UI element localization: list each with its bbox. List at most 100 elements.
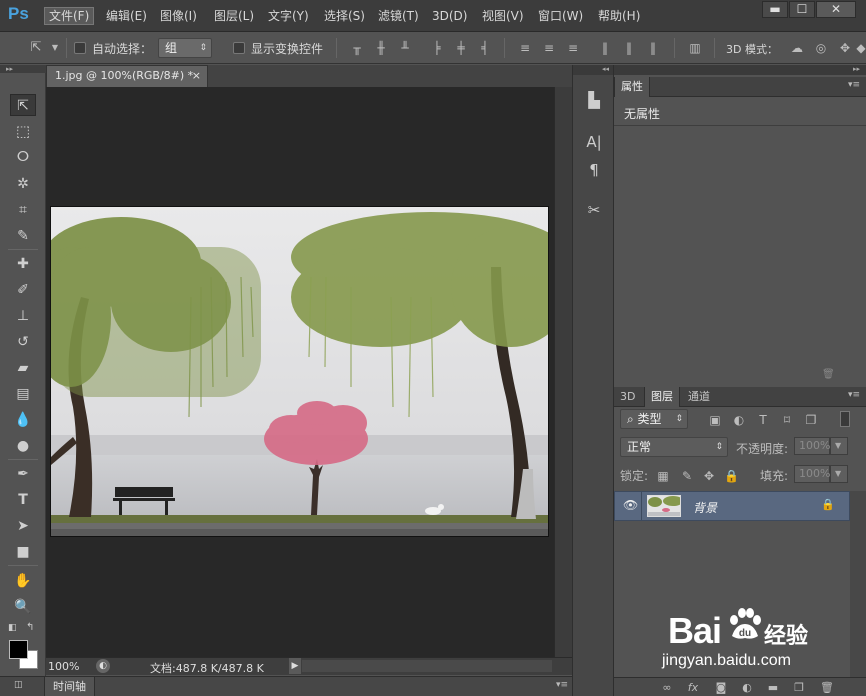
path-selection-tool-icon[interactable]: ➤: [10, 515, 36, 537]
menu-window[interactable]: 窗口(W): [534, 7, 587, 25]
layer-row-background[interactable]: 👁 背景 🔒: [614, 491, 850, 521]
fx-icon[interactable]: fx: [686, 681, 700, 695]
crop-tool-icon[interactable]: ⌗: [10, 199, 36, 221]
fill-field[interactable]: 100%: [794, 465, 830, 483]
lasso-tool-icon[interactable]: ⵔ: [10, 146, 36, 168]
horizontal-scrollbar[interactable]: [302, 660, 552, 672]
healing-brush-tool-icon[interactable]: ✚: [10, 253, 36, 275]
3d-roll-icon[interactable]: ◎: [814, 41, 828, 55]
status-menu-icon[interactable]: ◐: [96, 659, 110, 673]
menu-image[interactable]: 图像(I): [156, 7, 201, 25]
marquee-tool-icon[interactable]: ⬚: [10, 120, 36, 142]
distribute-bottom-icon[interactable]: ≡: [566, 41, 580, 55]
panel-menu-icon[interactable]: ▾≡: [848, 390, 860, 400]
brush-tool-icon[interactable]: ✐: [10, 279, 36, 301]
magic-wand-tool-icon[interactable]: ✲: [10, 173, 36, 195]
close-tab-icon[interactable]: ×: [192, 66, 201, 86]
timeline-icon[interactable]: ◫: [14, 680, 23, 690]
align-bottom-icon[interactable]: ╨: [398, 41, 412, 55]
menu-filter[interactable]: 滤镜(T): [374, 7, 423, 25]
move-tool-icon[interactable]: ⇱: [10, 94, 36, 116]
clone-stamp-tool-icon[interactable]: ⊥: [10, 305, 36, 327]
foreground-color-swatch[interactable]: [9, 640, 28, 659]
panel-menu-icon[interactable]: ▾≡: [848, 80, 860, 90]
menu-layer[interactable]: 图层(L): [210, 7, 258, 25]
minimize-button[interactable]: ▬: [762, 1, 788, 18]
menu-help[interactable]: 帮助(H): [594, 7, 644, 25]
align-hcenter-icon[interactable]: ╪: [454, 41, 468, 55]
filter-shape-icon[interactable]: ⌑: [780, 413, 794, 427]
lock-transparent-icon[interactable]: ▦: [656, 469, 670, 483]
eye-icon[interactable]: 👁: [623, 498, 638, 512]
3d-orbit-icon[interactable]: ☁: [790, 41, 804, 55]
gradient-tool-icon[interactable]: ▤: [10, 383, 36, 405]
trash-icon[interactable]: 🗑: [822, 369, 835, 380]
character-panel-icon[interactable]: A|: [582, 131, 606, 153]
auto-select-checkbox[interactable]: [74, 42, 86, 54]
document-tab[interactable]: 1.jpg @ 100%(RGB/8#) * ×: [46, 65, 208, 87]
default-colors-icon[interactable]: ◧: [8, 623, 17, 633]
close-button[interactable]: ✕: [816, 1, 856, 18]
rectangle-tool-icon[interactable]: ■: [10, 541, 36, 563]
lock-image-icon[interactable]: ✎: [680, 469, 694, 483]
zoom-level[interactable]: 100%: [48, 660, 79, 673]
collapse-handle[interactable]: ▸▸: [614, 65, 866, 75]
link-layers-icon[interactable]: ∞: [660, 681, 674, 695]
distribute-vcenter-icon[interactable]: ≡: [542, 41, 556, 55]
lock-position-icon[interactable]: ✥: [702, 469, 716, 483]
collapse-handle[interactable]: ◂◂: [573, 65, 613, 75]
lock-all-icon[interactable]: 🔒: [724, 469, 739, 483]
adjustment-layer-icon[interactable]: ◐: [740, 681, 754, 695]
menu-type[interactable]: 文字(Y): [264, 7, 313, 25]
distribute-left-icon[interactable]: ‖: [598, 41, 612, 55]
filter-toggle[interactable]: [840, 411, 850, 427]
eyedropper-tool-icon[interactable]: ✎: [10, 225, 36, 247]
panel-menu-icon[interactable]: ▾≡: [556, 680, 568, 690]
delete-layer-icon[interactable]: 🗑: [820, 681, 834, 695]
document-image[interactable]: [50, 206, 549, 537]
tab-layers[interactable]: 图层: [644, 387, 680, 407]
vertical-scrollbar[interactable]: [554, 87, 572, 657]
new-group-icon[interactable]: ▬: [766, 681, 780, 695]
tab-channels[interactable]: 通道: [682, 387, 716, 407]
filter-type-icon[interactable]: T: [756, 413, 770, 427]
timeline-tab[interactable]: 时间轴: [44, 677, 95, 696]
menu-view[interactable]: 视图(V): [478, 7, 528, 25]
tool-presets-icon[interactable]: ✂: [582, 199, 606, 221]
layer-mask-icon[interactable]: ◙: [714, 681, 728, 695]
history-brush-tool-icon[interactable]: ↺: [10, 331, 36, 353]
align-right-icon[interactable]: ╡: [478, 41, 492, 55]
collapse-handle[interactable]: ▸▸: [0, 65, 46, 73]
3d-pan-icon[interactable]: ✥: [838, 41, 852, 55]
dodge-tool-icon[interactable]: ●: [10, 435, 36, 457]
swap-colors-icon[interactable]: ↰: [26, 622, 34, 633]
opacity-dropdown-button[interactable]: ▼: [830, 437, 848, 455]
blend-mode-dropdown[interactable]: 正常 ⇕: [620, 437, 728, 457]
layer-name[interactable]: 背景: [693, 499, 717, 516]
filter-smart-object-icon[interactable]: ❐: [804, 413, 818, 427]
hand-tool-icon[interactable]: ✋: [10, 570, 36, 592]
pen-tool-icon[interactable]: ✒: [10, 463, 36, 485]
blur-tool-icon[interactable]: 💧: [10, 409, 36, 431]
distribute-right-icon[interactable]: ‖: [646, 41, 660, 55]
auto-align-icon[interactable]: ▥: [688, 41, 702, 55]
fill-dropdown-button[interactable]: ▼: [830, 465, 848, 483]
auto-select-dropdown[interactable]: 组 ⇕: [158, 38, 212, 58]
paragraph-panel-icon[interactable]: ¶: [582, 159, 606, 181]
align-top-icon[interactable]: ╥: [350, 41, 364, 55]
filter-adjustment-icon[interactable]: ◐: [732, 413, 746, 427]
align-left-icon[interactable]: ╞: [430, 41, 444, 55]
chevron-down-icon[interactable]: ▼: [48, 41, 62, 55]
show-transform-checkbox[interactable]: [233, 42, 245, 54]
distribute-hcenter-icon[interactable]: ‖: [622, 41, 636, 55]
tab-3d[interactable]: 3D: [614, 387, 641, 407]
history-panel-icon[interactable]: ▙: [582, 89, 606, 111]
opacity-field[interactable]: 100%: [794, 437, 830, 455]
maximize-button[interactable]: ☐: [789, 1, 815, 18]
align-vcenter-icon[interactable]: ╫: [374, 41, 388, 55]
menu-file[interactable]: 文件(F): [44, 7, 95, 25]
play-arrow-icon[interactable]: ▶: [289, 658, 301, 674]
3d-slide-icon[interactable]: ◆: [856, 41, 866, 55]
menu-3d[interactable]: 3D(D): [428, 7, 471, 25]
move-tool-preset-icon[interactable]: ⇱: [26, 41, 46, 55]
